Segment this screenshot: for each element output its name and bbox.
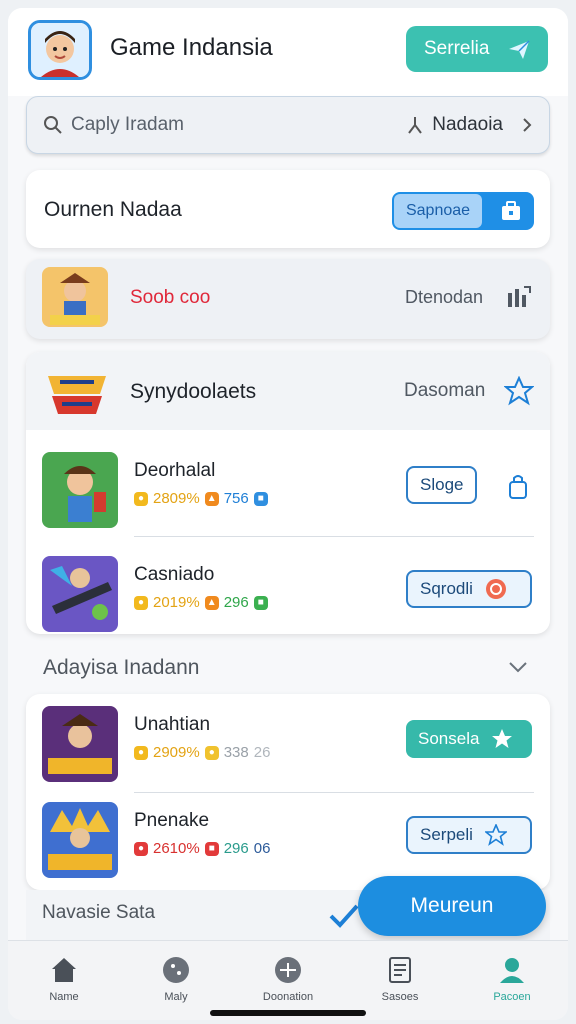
list-item[interactable]: Unahtian ● 2909% ● 338 26 Sonsela <box>26 698 550 794</box>
list-divider <box>134 536 534 537</box>
search-placeholder: Caply Iradam <box>71 114 184 135</box>
stat-count: 338 <box>223 744 249 761</box>
game-title: Casniado <box>134 564 215 585</box>
game-thumbnail <box>42 452 118 528</box>
game-action-label: Sloge <box>420 475 464 494</box>
chevron-down-icon[interactable] <box>508 660 528 674</box>
game-action-label: Sqrodli <box>420 579 473 598</box>
heart-icon: ● <box>134 841 148 856</box>
bottom-nav: Name Maly Doonation Sasoes Pacoen <box>8 940 568 1020</box>
game-thumbnail <box>42 802 118 878</box>
game-action-button[interactable]: Sloge <box>406 466 478 504</box>
list-item[interactable]: Deorhalal ● 2809% ▲ 756 ■ Sloge <box>26 444 550 540</box>
compass-icon <box>275 957 301 983</box>
game-action-button[interactable]: Serpeli <box>406 816 532 854</box>
nav-label: Pacoen <box>493 991 531 1003</box>
app-header: Game Indansia Serrelia <box>8 8 568 96</box>
game-thumbnail <box>42 706 118 782</box>
game-stats: ● 2610% ■ 296 06 <box>134 840 270 857</box>
list-divider <box>134 792 534 793</box>
chevron-right-icon[interactable] <box>521 117 533 133</box>
nav-label: Doonation <box>262 991 314 1003</box>
nav-label: Maly <box>164 991 188 1003</box>
record-icon <box>485 579 506 599</box>
stat-extra: 06 <box>253 840 271 857</box>
list-header-title: Synydoolaets <box>130 380 257 403</box>
briefcase-icon <box>502 201 520 220</box>
game-list-card: Synydoolaets Dasoman Deorhalal ● 2809% ▲… <box>26 352 550 634</box>
game-action-label: Sonsela <box>418 729 480 748</box>
owner-name: Ournen Nadaa <box>44 198 182 221</box>
game-list-card-2: Unahtian ● 2909% ● 338 26 Sonsela Pnenak… <box>26 694 550 890</box>
game-stats: ● 2909% ● 338 26 <box>134 744 270 761</box>
lightning-icon: ● <box>134 745 148 760</box>
fire-icon: ▲ <box>204 491 219 506</box>
header-action-button[interactable]: Serrelia <box>406 26 548 72</box>
promo-card[interactable]: Soob coo Dtenodan <box>26 259 550 339</box>
app-logo[interactable] <box>28 20 92 80</box>
promo-title: Soob coo <box>130 287 211 308</box>
home-indicator <box>210 1010 366 1016</box>
game-stats: ● 2809% ▲ 756 ■ <box>134 490 268 507</box>
list-header-logo <box>42 364 112 418</box>
profile-icon <box>500 958 524 983</box>
fab-label: Meureun <box>410 894 494 917</box>
app-title: Game Indansia <box>110 34 273 61</box>
promo-right-label: Dtenodan <box>405 287 484 307</box>
section-2-title: Navasie Sata <box>42 902 156 923</box>
game-action-button[interactable]: Sqrodli <box>406 570 532 608</box>
circle-icon <box>163 957 189 983</box>
header-action-label: Serrelia <box>424 38 490 59</box>
owner-toggle-button[interactable]: Sapnoae <box>392 192 534 230</box>
stat-count: 756 <box>223 490 249 507</box>
star-outline-icon <box>484 824 507 846</box>
list-header: Synydoolaets Dasoman <box>26 352 550 430</box>
fire-icon: ▲ <box>204 595 219 610</box>
nav-item-pacoen[interactable]: Pacoen <box>462 955 562 1020</box>
floating-action-button[interactable]: Meureun <box>358 876 546 936</box>
stat-count: 296 <box>223 594 249 611</box>
coin-icon: ● <box>204 745 219 760</box>
game-thumbnail <box>42 556 118 632</box>
game-title: Pnenake <box>134 810 210 831</box>
search-icon <box>44 116 62 134</box>
tag-icon: ■ <box>204 841 219 856</box>
app-screen: Game Indansia Serrelia Caply Iradam Nada… <box>8 8 568 1020</box>
chart-bars-icon <box>508 286 531 307</box>
stat-extra: 26 <box>253 744 271 761</box>
nav-label: Sasoes <box>381 991 419 1003</box>
stat-percent: 2019% <box>153 594 200 611</box>
checkmark-icon <box>329 904 359 928</box>
owner-toggle-label: Sapnoae <box>394 194 482 228</box>
nav-label: Name <box>49 991 79 1003</box>
home-icon <box>52 958 76 982</box>
promo-thumbnail <box>42 267 108 327</box>
search-bar[interactable]: Caply Iradam Nadaoia <box>26 96 550 154</box>
list-header-right-label: Dasoman <box>404 380 486 401</box>
list-item[interactable]: Casniado ● 2019% ▲ 296 ■ Sqrodli <box>26 548 550 644</box>
game-title: Deorhalal <box>134 460 216 481</box>
game-action-button[interactable]: Sonsela <box>406 720 532 758</box>
owner-card: Ournen Nadaa Sapnoae <box>26 170 550 248</box>
stat-percent: 2909% <box>153 744 200 761</box>
plane-icon <box>509 40 531 59</box>
stat-percent: 2809% <box>153 490 200 507</box>
game-stats: ● 2019% ▲ 296 ■ <box>134 594 268 611</box>
chat-icon: ■ <box>253 491 268 506</box>
location-label: Nadaoia <box>432 114 503 135</box>
stat-percent: 2610% <box>153 840 200 857</box>
game-title: Unahtian <box>134 714 211 735</box>
bag-icon[interactable] <box>508 474 528 500</box>
coin-icon: ● <box>134 595 148 610</box>
location-pin-icon <box>408 117 423 134</box>
document-icon <box>389 957 411 983</box>
nav-item-home[interactable]: Name <box>14 955 114 1020</box>
chat-icon: ■ <box>253 595 268 610</box>
star-icon[interactable] <box>504 376 534 406</box>
coin-icon: ● <box>134 491 148 506</box>
stat-count: 296 <box>223 840 249 857</box>
game-action-label: Serpeli <box>420 825 473 844</box>
star-icon <box>492 729 513 748</box>
section-title: Adayisa Inadann <box>43 656 200 679</box>
